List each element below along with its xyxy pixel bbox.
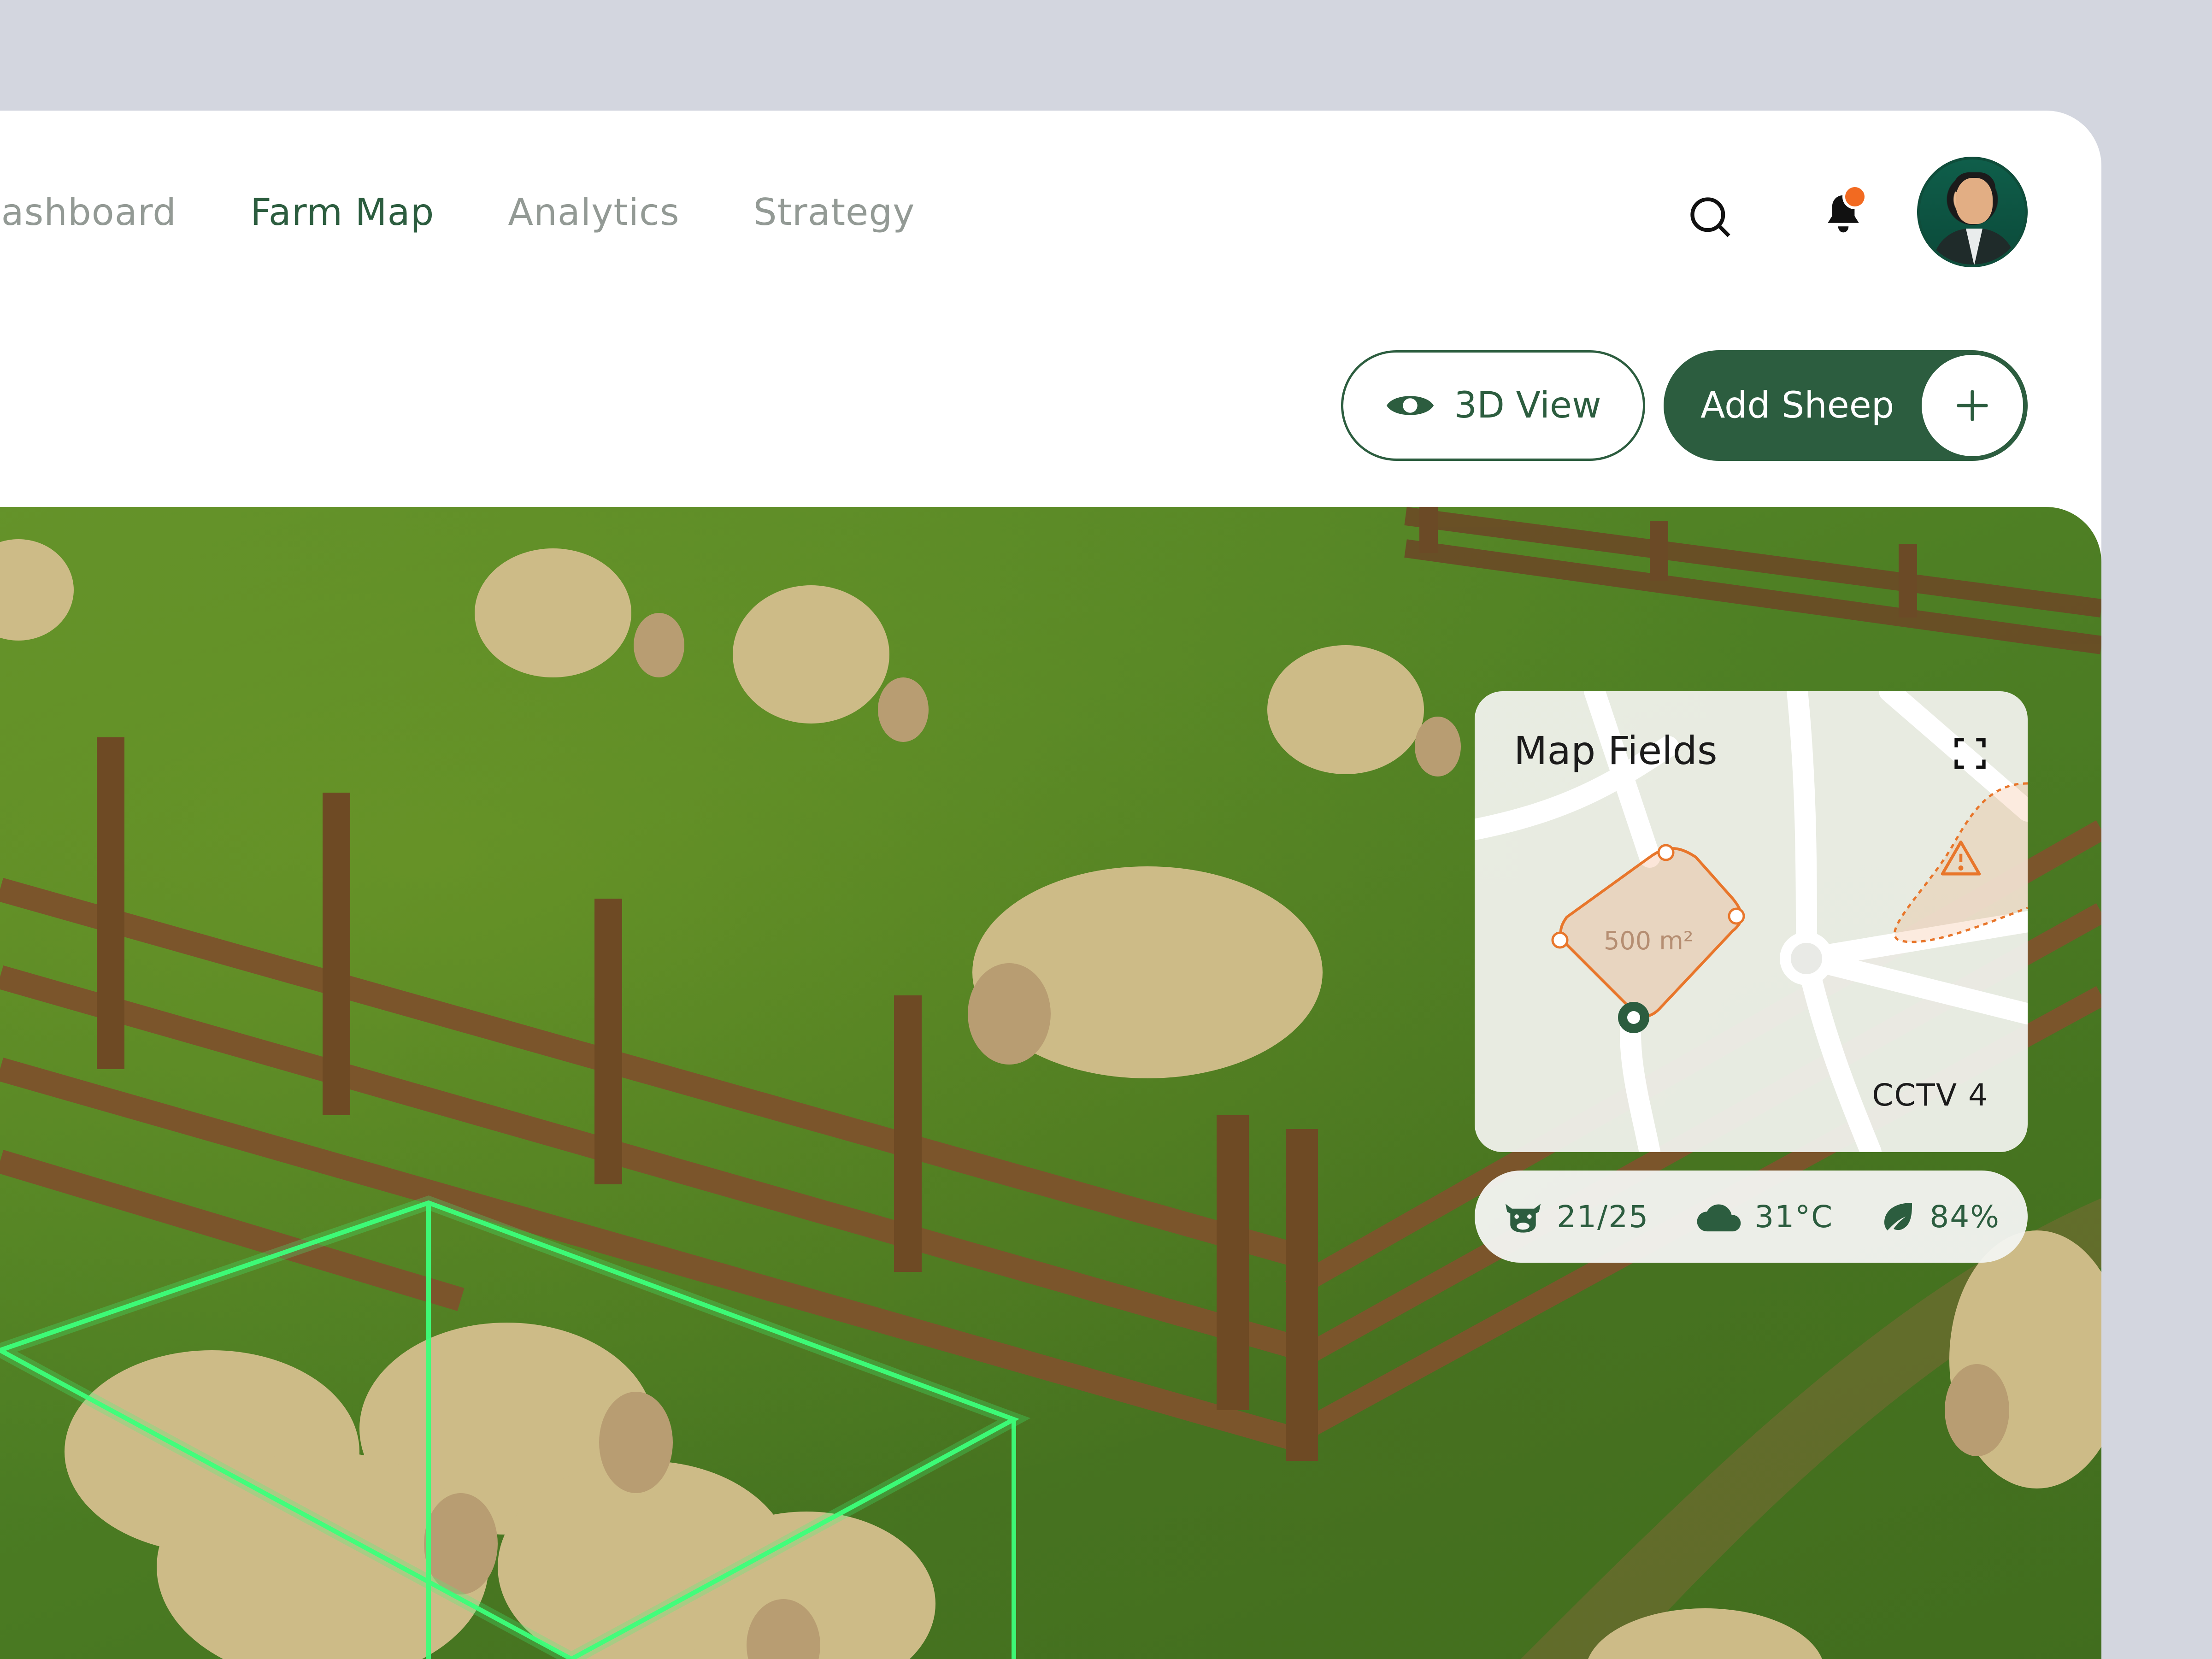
- vegetation-value: 84%: [1930, 1199, 2000, 1235]
- search-button[interactable]: [1677, 184, 1742, 249]
- map-fields-title: Map Fields: [1514, 728, 1718, 773]
- notification-button[interactable]: [1811, 180, 1876, 249]
- expand-icon[interactable]: [1952, 735, 1988, 772]
- add-sheep-label: Add Sheep: [1700, 385, 1894, 426]
- nav-item-strategy[interactable]: Strategy: [753, 191, 915, 234]
- leaf-icon: [1884, 1203, 1912, 1230]
- app-window: Dashboard Farm Map Analytics Strategy 3D…: [0, 111, 2101, 1659]
- warning-icon[interactable]: [1940, 839, 1982, 876]
- 3d-view-button[interactable]: 3D View: [1341, 350, 1645, 461]
- area-label: 500 m²: [1604, 926, 1694, 955]
- herd-count: 21/25: [1557, 1199, 1649, 1235]
- stats-bar: 21/25 31°C 84%: [1475, 1171, 2028, 1263]
- cloud-icon: [1697, 1204, 1741, 1232]
- cow-icon: [1505, 1204, 1541, 1233]
- top-nav: Dashboard Farm Map Analytics Strategy: [0, 184, 988, 240]
- nav-item-farm-map[interactable]: Farm Map: [250, 191, 434, 234]
- avatar[interactable]: [1917, 157, 2028, 267]
- stat-herd: 21/25: [1502, 1198, 1649, 1235]
- search-icon: [1690, 197, 1730, 237]
- plus-icon: [1922, 355, 2023, 456]
- nav-item-analytics[interactable]: Analytics: [508, 191, 679, 234]
- map-fields-panel[interactable]: Map Fields 500 m² CCTV 4: [1475, 691, 2028, 1152]
- stat-temperature: 31°C: [1695, 1199, 1833, 1235]
- 3d-view-label: 3D View: [1454, 385, 1601, 426]
- notification-dot: [1842, 184, 1867, 209]
- stat-vegetation: 84%: [1880, 1198, 2000, 1235]
- add-sheep-button[interactable]: Add Sheep: [1664, 350, 2028, 461]
- nav-item-dashboard[interactable]: Dashboard: [0, 191, 176, 234]
- eye-icon: [1387, 396, 1434, 415]
- temperature-value: 31°C: [1754, 1199, 1834, 1235]
- camera-label: CCTV 4: [1872, 1077, 1988, 1113]
